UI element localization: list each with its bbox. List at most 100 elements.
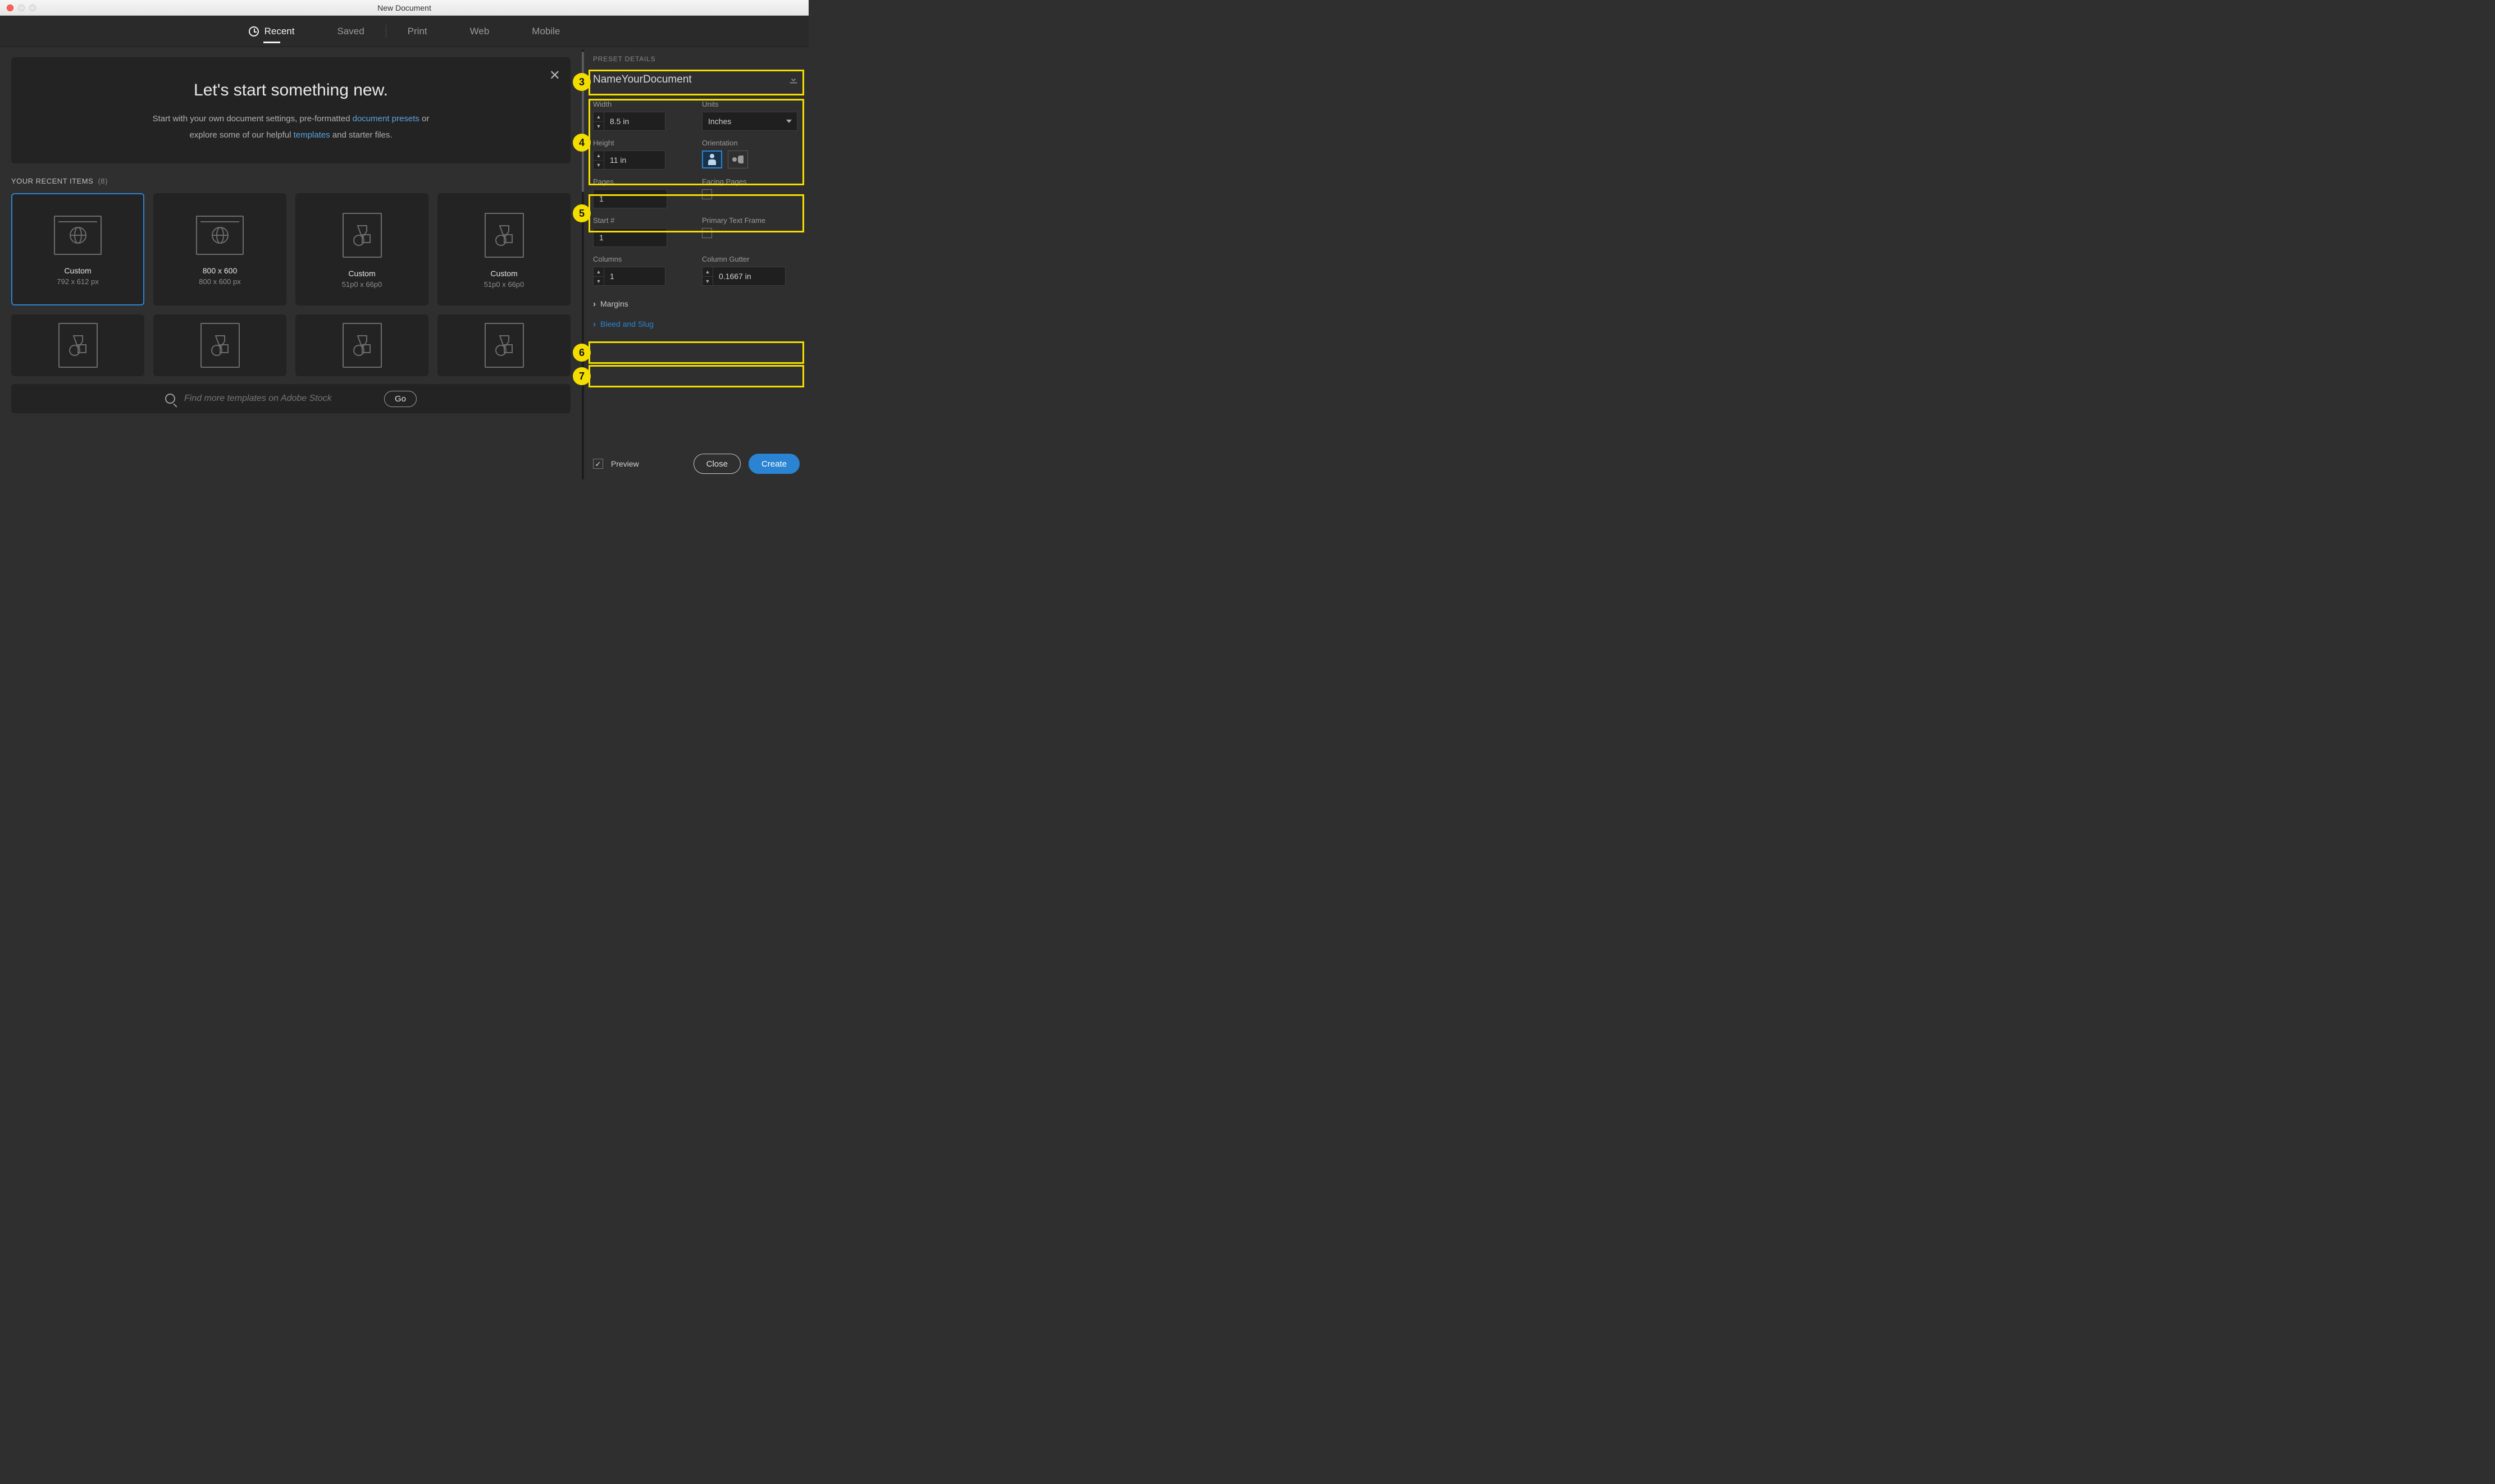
window-title: New Document xyxy=(0,3,809,12)
preset-details-header: PRESET DETAILS xyxy=(593,55,800,63)
tab-saved-label: Saved xyxy=(337,26,364,37)
columns-stepper[interactable]: ▲▼ xyxy=(593,267,604,286)
preview-checkbox[interactable] xyxy=(593,459,603,469)
go-button[interactable]: Go xyxy=(384,391,417,407)
document-presets-link[interactable]: document presets xyxy=(353,114,419,124)
chevron-right-icon: › xyxy=(593,319,596,329)
template-browser: ✕ Let's start something new. Start with … xyxy=(0,47,582,482)
preset-thumbnail xyxy=(485,323,524,368)
width-label: Width xyxy=(593,100,691,108)
page-shape-icon xyxy=(209,332,231,358)
globe-icon xyxy=(69,226,88,245)
tab-web[interactable]: Web xyxy=(449,16,511,47)
preset-card[interactable]: Custom 51p0 x 66p0 xyxy=(295,193,428,305)
recent-items-grid: Custom 792 x 612 px 800 x 600 800 x 600 … xyxy=(11,193,571,376)
create-button[interactable]: Create xyxy=(749,454,800,474)
preset-thumbnail xyxy=(58,323,98,368)
stock-search-input[interactable] xyxy=(184,394,375,404)
preset-card[interactable] xyxy=(437,314,571,376)
orientation-landscape[interactable] xyxy=(728,150,748,168)
preset-card[interactable] xyxy=(295,314,428,376)
preset-title: Custom xyxy=(64,266,91,275)
margins-label: Margins xyxy=(600,299,628,308)
globe-icon xyxy=(211,226,230,245)
preset-subtitle: 51p0 x 66p0 xyxy=(484,280,524,289)
width-input[interactable] xyxy=(604,112,665,131)
chevron-right-icon: › xyxy=(593,299,596,309)
preset-card[interactable]: Custom 792 x 612 px xyxy=(11,193,144,305)
save-preset-icon[interactable] xyxy=(787,74,800,86)
page-shape-icon xyxy=(493,332,516,358)
preset-card[interactable] xyxy=(11,314,144,376)
window-titlebar: New Document xyxy=(0,0,809,16)
column-gutter-label: Column Gutter xyxy=(702,255,800,263)
width-stepper[interactable]: ▲▼ xyxy=(593,112,604,131)
primary-text-frame-label: Primary Text Frame xyxy=(702,216,800,225)
page-shape-icon xyxy=(351,222,373,248)
preset-thumbnail xyxy=(54,216,102,255)
preset-subtitle: 792 x 612 px xyxy=(57,277,98,286)
preset-thumbnail xyxy=(200,323,240,368)
height-input[interactable] xyxy=(604,150,665,170)
templates-link[interactable]: templates xyxy=(294,130,330,140)
close-button[interactable]: Close xyxy=(694,454,741,474)
orientation-label: Orientation xyxy=(702,139,800,147)
preset-thumbnail xyxy=(485,213,524,258)
stock-search-bar: Go xyxy=(11,384,571,413)
pages-input[interactable] xyxy=(593,189,667,208)
tab-mobile-label: Mobile xyxy=(532,26,560,37)
preset-subtitle: 51p0 x 66p0 xyxy=(342,280,382,289)
preset-thumbnail xyxy=(343,323,382,368)
preset-card[interactable]: 800 x 600 800 x 600 px xyxy=(153,193,286,305)
portrait-icon xyxy=(708,154,716,165)
annotation-box-6 xyxy=(589,341,804,364)
tab-recent[interactable]: Recent xyxy=(227,16,316,47)
margins-disclosure[interactable]: › Margins xyxy=(593,294,800,314)
preset-thumbnail xyxy=(196,216,244,255)
welcome-banner: ✕ Let's start something new. Start with … xyxy=(11,57,571,163)
tab-mobile[interactable]: Mobile xyxy=(510,16,581,47)
height-label: Height xyxy=(593,139,691,147)
start-number-input[interactable] xyxy=(593,228,667,247)
annotation-box-7 xyxy=(589,365,804,387)
units-label: Units xyxy=(702,100,800,108)
pages-label: Pages xyxy=(593,177,691,186)
facing-pages-label: Facing Pages xyxy=(702,177,800,186)
preset-card[interactable]: Custom 51p0 x 66p0 xyxy=(437,193,571,305)
bleed-slug-disclosure[interactable]: › Bleed and Slug xyxy=(593,314,800,334)
columns-label: Columns xyxy=(593,255,691,263)
orientation-portrait[interactable] xyxy=(702,150,722,168)
start-number-label: Start # xyxy=(593,216,691,225)
banner-headline: Let's start something new. xyxy=(28,81,554,100)
tab-print-label: Print xyxy=(408,26,427,37)
bleed-slug-label: Bleed and Slug xyxy=(600,319,654,328)
gutter-stepper[interactable]: ▲▼ xyxy=(702,267,713,286)
tab-recent-label: Recent xyxy=(264,26,295,37)
primary-text-frame-checkbox[interactable] xyxy=(702,228,712,238)
preset-thumbnail xyxy=(343,213,382,258)
preview-label: Preview xyxy=(611,459,639,468)
facing-pages-checkbox[interactable] xyxy=(702,189,712,199)
close-icon[interactable]: ✕ xyxy=(549,67,560,84)
preset-title: 800 x 600 xyxy=(203,266,238,275)
page-shape-icon xyxy=(67,332,89,358)
preset-title: Custom xyxy=(348,269,375,278)
category-tabs: Recent Saved Print Web Mobile xyxy=(0,16,809,47)
units-select[interactable] xyxy=(702,112,797,131)
columns-input[interactable] xyxy=(604,267,665,286)
document-name-input[interactable] xyxy=(593,71,783,89)
preset-subtitle: 800 x 600 px xyxy=(199,277,240,286)
preset-details-panel: PRESET DETAILS Width ▲▼ Units xyxy=(584,47,809,482)
preset-title: Custom xyxy=(490,269,517,278)
recent-items-header: YOUR RECENT ITEMS (8) xyxy=(11,177,571,185)
tab-web-label: Web xyxy=(470,26,490,37)
landscape-icon xyxy=(732,156,744,163)
banner-text: Start with your own document settings, p… xyxy=(28,111,554,143)
preset-card[interactable] xyxy=(153,314,286,376)
search-icon xyxy=(165,394,175,404)
tab-print[interactable]: Print xyxy=(386,16,449,47)
tab-saved[interactable]: Saved xyxy=(316,16,385,47)
recent-icon xyxy=(249,26,259,36)
height-stepper[interactable]: ▲▼ xyxy=(593,150,604,170)
column-gutter-input[interactable] xyxy=(713,267,786,286)
